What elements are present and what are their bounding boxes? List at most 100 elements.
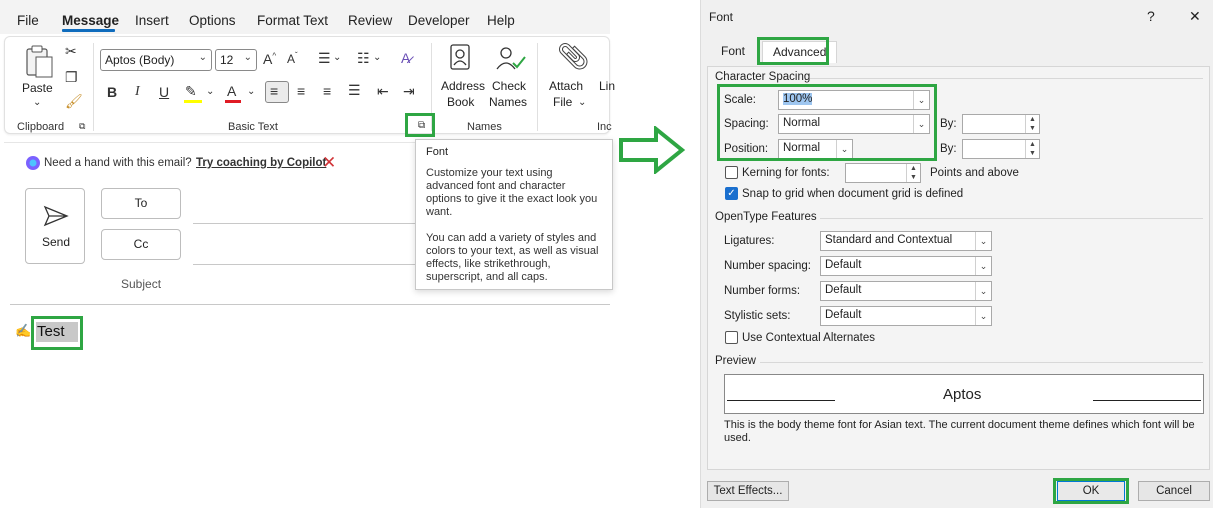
align-right-icon[interactable]: ≡: [323, 83, 331, 99]
clipboard-launcher-icon[interactable]: ⧉: [79, 121, 85, 132]
menu-file[interactable]: File: [17, 13, 39, 28]
subject-label: Subject: [121, 277, 162, 291]
spin-up-icon[interactable]: ▲: [1025, 140, 1039, 149]
address-book-line2[interactable]: Book: [447, 95, 474, 109]
number-forms-combo[interactable]: Default ⌄: [820, 281, 992, 301]
menu-review[interactable]: Review: [348, 13, 392, 28]
attach-line1[interactable]: Attach: [549, 79, 583, 93]
cc-field-line[interactable]: [193, 264, 418, 265]
to-field-line[interactable]: [193, 223, 418, 224]
align-center-icon[interactable]: ≡: [297, 83, 305, 99]
bold-button[interactable]: B: [107, 84, 117, 100]
check-names-line2[interactable]: Names: [489, 95, 527, 109]
chevron-down-icon: ⌄: [243, 52, 252, 63]
divider: [810, 78, 1203, 79]
menu-format-text[interactable]: Format Text: [257, 13, 328, 28]
subject-line[interactable]: [10, 304, 610, 305]
preview-sample: Aptos: [943, 386, 982, 403]
chevron-down-icon[interactable]: ⌄: [975, 282, 991, 300]
font-color-icon[interactable]: A: [227, 83, 236, 99]
to-button[interactable]: To: [101, 188, 181, 219]
contextual-alternates-checkbox[interactable]: [725, 331, 738, 344]
number-spacing-combo[interactable]: Default ⌄: [820, 256, 992, 276]
grow-font-icon[interactable]: A^: [263, 51, 276, 67]
check-names-line1[interactable]: Check: [492, 79, 526, 93]
kerning-checkbox[interactable]: [725, 166, 738, 179]
paste-button[interactable]: Paste: [22, 81, 53, 95]
attach-line2[interactable]: File: [553, 95, 572, 109]
numbering-icon[interactable]: ☷: [357, 50, 370, 67]
dismiss-icon[interactable]: ✕: [322, 153, 336, 173]
dialog-title: Font: [709, 10, 734, 24]
align-left-icon: ≡: [270, 83, 279, 99]
help-button[interactable]: ?: [1147, 8, 1155, 24]
font-name-combo[interactable]: Aptos (Body) ⌄: [100, 49, 212, 71]
stylistic-sets-combo[interactable]: Default ⌄: [820, 306, 992, 326]
justify-icon[interactable]: ☰: [348, 82, 361, 99]
menu-insert[interactable]: Insert: [135, 13, 169, 28]
font-size-combo[interactable]: 12 ⌄: [215, 49, 257, 71]
highlight-character-spacing: [717, 84, 937, 161]
kerning-label: Kerning for fonts:: [742, 167, 830, 179]
number-forms-value: Default: [825, 284, 862, 296]
spin-down-icon[interactable]: ▼: [1025, 124, 1039, 133]
format-painter-icon[interactable]: 🖌: [65, 93, 83, 110]
spin-up-icon[interactable]: ▲: [1025, 115, 1039, 124]
preview-line-left: [727, 400, 835, 401]
address-book-icon[interactable]: [449, 43, 473, 73]
chevron-down-icon[interactable]: ⌄: [373, 52, 381, 63]
tab-font[interactable]: Font: [711, 41, 755, 63]
increase-indent-icon[interactable]: ⇥: [403, 83, 415, 100]
cc-button[interactable]: Cc: [101, 229, 181, 260]
send-button[interactable]: Send: [25, 188, 85, 264]
contextual-alternates-label: Use Contextual Alternates: [742, 332, 875, 344]
cut-icon[interactable]: ✂: [65, 43, 77, 60]
position-by-input[interactable]: ▲ ▼: [962, 139, 1040, 159]
italic-button[interactable]: I: [135, 84, 140, 100]
menu-options[interactable]: Options: [189, 13, 236, 28]
snap-to-grid-checkbox[interactable]: ✓: [725, 187, 738, 200]
address-book-line1[interactable]: Address: [441, 79, 485, 93]
close-button[interactable]: ✕: [1189, 8, 1201, 25]
menu-bar: File Message Insert Options Format Text …: [0, 0, 610, 34]
chevron-down-icon[interactable]: ⌄: [578, 97, 586, 108]
menu-message[interactable]: Message: [62, 13, 119, 28]
chevron-down-icon[interactable]: ⌄: [33, 97, 41, 108]
paperclip-icon[interactable]: 📎︎: [557, 41, 590, 72]
ligatures-value: Standard and Contextual: [825, 234, 953, 246]
spin-down-icon[interactable]: ▼: [1025, 149, 1039, 158]
kerning-points-input[interactable]: ▲ ▼: [845, 163, 921, 183]
chevron-down-icon[interactable]: ⌄: [333, 52, 341, 63]
chevron-down-icon[interactable]: ⌄: [975, 307, 991, 325]
styles-icon[interactable]: A̷: [401, 50, 410, 66]
decrease-indent-icon[interactable]: ⇤: [377, 83, 389, 100]
text-effects-button[interactable]: Text Effects...: [707, 481, 789, 501]
ligatures-combo[interactable]: Standard and Contextual ⌄: [820, 231, 992, 251]
character-spacing-heading: Character Spacing: [715, 71, 811, 83]
copilot-link[interactable]: Try coaching by Copilot: [196, 157, 326, 169]
separator: [93, 43, 94, 131]
send-icon: [43, 205, 69, 227]
number-forms-label: Number forms:: [724, 285, 801, 297]
chevron-down-icon[interactable]: ⌄: [247, 86, 255, 97]
paste-icon[interactable]: [23, 45, 55, 79]
check-names-icon[interactable]: [493, 43, 527, 73]
menu-help[interactable]: Help: [487, 13, 515, 28]
highlight-icon[interactable]: ✎: [185, 83, 197, 100]
link-button-partial[interactable]: Lin: [599, 79, 615, 93]
underline-button[interactable]: U: [159, 84, 169, 100]
spacing-by-label: By:: [940, 118, 957, 130]
bullets-icon[interactable]: ☰: [318, 50, 331, 67]
spin-down-icon[interactable]: ▼: [906, 173, 920, 182]
copy-icon[interactable]: ❐: [65, 69, 78, 86]
chevron-down-icon[interactable]: ⌄: [975, 257, 991, 275]
highlight-ok-button: [1053, 478, 1129, 504]
menu-developer[interactable]: Developer: [408, 13, 470, 28]
chevron-down-icon[interactable]: ⌄: [975, 232, 991, 250]
chevron-down-icon[interactable]: ⌄: [206, 86, 214, 97]
cancel-button[interactable]: Cancel: [1138, 481, 1210, 501]
shrink-font-icon[interactable]: Aˇ: [287, 51, 298, 66]
send-label: Send: [42, 235, 71, 249]
spacing-by-input[interactable]: ▲ ▼: [962, 114, 1040, 134]
spin-up-icon[interactable]: ▲: [906, 164, 920, 173]
